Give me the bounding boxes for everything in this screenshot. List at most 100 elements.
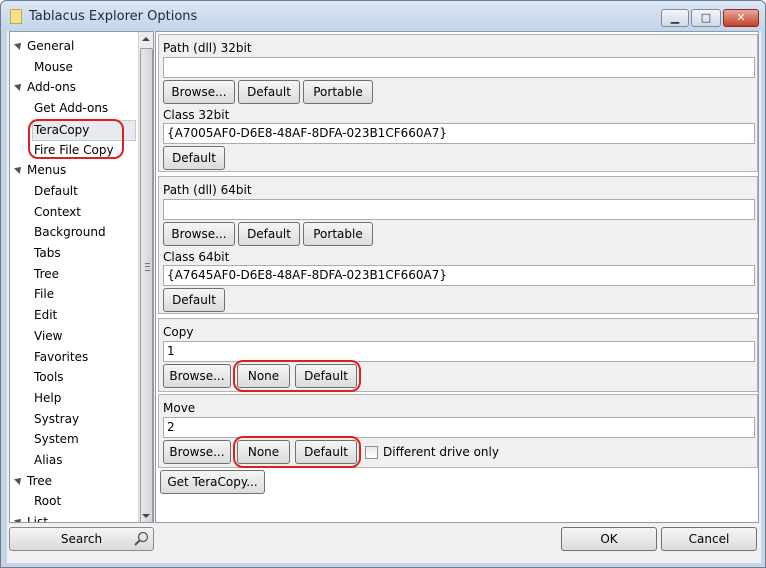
tree-item[interactable]: Tree <box>10 472 137 491</box>
tree-item[interactable]: Mouse <box>10 58 137 77</box>
class32-default-button[interactable]: Default <box>163 146 225 170</box>
expand-arrow-icon[interactable] <box>14 474 24 485</box>
class64-default-button[interactable]: Default <box>163 288 225 312</box>
class64-label: Class 64bit <box>163 250 230 264</box>
tree-item[interactable]: View <box>10 327 137 346</box>
tree-item-label: Tree <box>27 473 53 488</box>
tree-item-label: Get Add-ons <box>34 101 109 116</box>
tree-item[interactable]: Edit <box>10 306 137 325</box>
tree-item[interactable]: General <box>10 37 137 56</box>
tree-item-label: List <box>27 515 48 523</box>
expand-arrow-icon[interactable] <box>14 516 24 522</box>
grip-line <box>145 266 150 267</box>
tree-item-label: Tools <box>34 370 64 385</box>
path32-input[interactable] <box>163 57 755 78</box>
tree-scroll-thumb[interactable] <box>140 48 153 522</box>
path64-portable-button[interactable]: Portable <box>303 222 373 246</box>
tree-item-label: Root <box>34 494 62 509</box>
tree-scrollbar[interactable] <box>138 32 153 522</box>
expand-arrow-icon[interactable] <box>14 40 24 50</box>
path32-portable-button[interactable]: Portable <box>303 80 373 104</box>
path64-input[interactable] <box>163 199 755 220</box>
move-browse-button[interactable]: Browse... <box>163 440 231 464</box>
different-drive-label: Different drive only <box>383 445 499 459</box>
tree-item[interactable]: Get Add-ons <box>10 99 137 118</box>
path32-default-button[interactable]: Default <box>238 80 300 104</box>
tree-item-label: General <box>27 39 75 53</box>
tree-item-label: Tree <box>34 266 60 281</box>
ok-button[interactable]: OK <box>561 527 657 551</box>
tree-item-label: Add-ons <box>27 80 76 95</box>
move-input[interactable]: 2 <box>163 417 755 438</box>
copy-label: Copy <box>163 325 194 339</box>
path64-label: Path (dll) 64bit <box>163 183 252 197</box>
tree-item[interactable]: Background <box>10 223 137 242</box>
tree-item-label: File <box>34 287 55 302</box>
path32-browse-button[interactable]: Browse... <box>163 80 235 104</box>
tree-item-label: System <box>34 432 79 447</box>
tree-item-label: Tabs <box>34 246 61 260</box>
scroll-down-icon[interactable] <box>142 514 150 518</box>
copy-browse-button[interactable]: Browse... <box>163 364 231 388</box>
tree-item[interactable]: Systray <box>10 410 137 429</box>
tree-item[interactable]: Add-ons <box>10 78 137 97</box>
tree-item[interactable]: System <box>10 430 137 449</box>
tree-item[interactable]: List <box>10 513 137 523</box>
tree-item[interactable]: Root <box>10 492 137 511</box>
class32-input[interactable]: {A7005AF0-D6E8-48AF-8DFA-023B1CF660A7} <box>163 123 755 144</box>
group-copy: Copy 1 Browse... None Default <box>158 318 758 392</box>
move-label: Move <box>163 401 196 415</box>
class64-input[interactable]: {A7645AF0-D6E8-48AF-8DFA-023B1CF660A7} <box>163 265 755 286</box>
tree-item[interactable]: Tabs <box>10 244 137 263</box>
path64-default-button[interactable]: Default <box>238 222 300 246</box>
different-drive-checkbox[interactable] <box>365 446 378 459</box>
expand-arrow-icon[interactable] <box>14 81 24 92</box>
tree-item-label: Context <box>34 204 82 219</box>
group-32bit: Path (dll) 32bit Browse... Default Porta… <box>158 34 758 172</box>
tree-item-label: Favorites <box>34 349 89 364</box>
tree-item-label: Default <box>34 183 78 198</box>
tree-item-label: Systray <box>34 411 80 426</box>
tree-item-label: Mouse <box>34 59 73 74</box>
class32-label: Class 32bit <box>163 108 230 122</box>
tree-item-label: Edit <box>34 308 58 323</box>
tree-item-label: View <box>34 328 63 343</box>
teracopy-settings-panel: Path (dll) 32bit Browse... Default Porta… <box>155 31 759 523</box>
options-tree: General Mouse Add-ons Get Add-ons TeraCopy Fi… <box>9 31 154 523</box>
minimize-button[interactable]: ▁ <box>661 9 689 27</box>
tree-item-label: Alias <box>34 453 63 467</box>
move-highlight-ring <box>233 436 361 468</box>
tree-item[interactable]: Alias <box>10 451 137 470</box>
tree-item-label: Menus <box>27 163 67 178</box>
copy-highlight-ring <box>233 360 361 392</box>
search-button[interactable]: Search <box>9 527 154 551</box>
title-bar[interactable]: Tablacus Explorer Options ▁ □ ✕ <box>1 1 765 31</box>
tree-item[interactable]: Favorites <box>10 348 137 367</box>
close-button[interactable]: ✕ <box>723 9 759 27</box>
tree-item[interactable]: Menus <box>10 161 137 180</box>
addons-highlight-ring <box>28 119 124 159</box>
group-64bit: Path (dll) 64bit Browse... Default Porta… <box>158 176 758 314</box>
group-move: Move 2 Browse... None Default Different … <box>158 394 758 468</box>
tree-item-label: Help <box>34 390 62 405</box>
app-icon <box>10 9 22 24</box>
tree-item-label: Background <box>34 225 106 240</box>
tree-item[interactable]: Tree <box>10 265 137 284</box>
tree-item[interactable]: Default <box>10 182 137 201</box>
tree-item[interactable]: Tools <box>10 368 137 387</box>
grip-icon <box>145 263 150 271</box>
tree-item[interactable]: Context <box>10 203 137 222</box>
window-title: Tablacus Explorer Options <box>29 9 198 24</box>
copy-input[interactable]: 1 <box>163 341 755 362</box>
path64-browse-button[interactable]: Browse... <box>163 222 235 246</box>
scroll-up-icon[interactable] <box>142 37 150 41</box>
maximize-button[interactable]: □ <box>691 9 721 27</box>
options-window: Tablacus Explorer Options ▁ □ ✕ General M… <box>0 0 766 568</box>
tree-item[interactable]: File <box>10 285 137 304</box>
get-teracopy-button[interactable]: Get TeraCopy... <box>160 470 265 494</box>
expand-arrow-icon[interactable] <box>14 164 24 175</box>
cancel-button[interactable]: Cancel <box>661 527 757 551</box>
tree-item[interactable]: Help <box>10 389 137 408</box>
client-area: General Mouse Add-ons Get Add-ons TeraCopy Fi… <box>7 31 761 563</box>
path32-label: Path (dll) 32bit <box>163 41 252 55</box>
